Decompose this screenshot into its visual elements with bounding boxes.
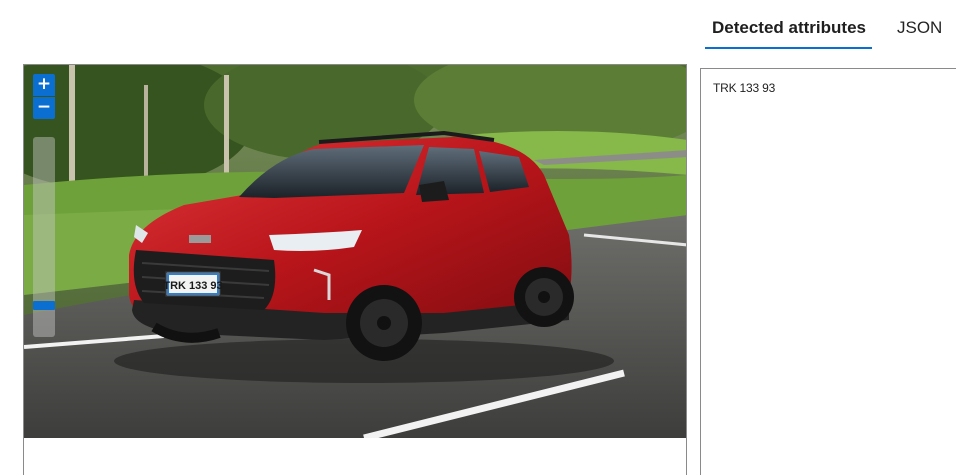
car-photo: TRK 133 93 [24,65,686,438]
active-tab-indicator [705,47,872,49]
license-plate-text: TRK 133 93 [163,280,222,292]
results-panel: TRK 133 93 [700,68,956,475]
zoom-out-button[interactable]: − [33,97,55,119]
tab-detected-attributes[interactable]: Detected attributes [712,18,866,38]
zoom-slider[interactable] [33,137,55,337]
zoom-slider-thumb[interactable] [33,300,55,310]
image-viewer: TRK 133 93 + − [23,64,687,475]
app-root: TRK 133 93 + − Detected attributes JSON … [0,0,956,475]
detected-text-value: TRK 133 93 [713,81,776,95]
tab-json[interactable]: JSON [897,18,942,38]
license-plate: TRK 133 93 [163,271,223,297]
zoom-in-button[interactable]: + [33,74,55,96]
